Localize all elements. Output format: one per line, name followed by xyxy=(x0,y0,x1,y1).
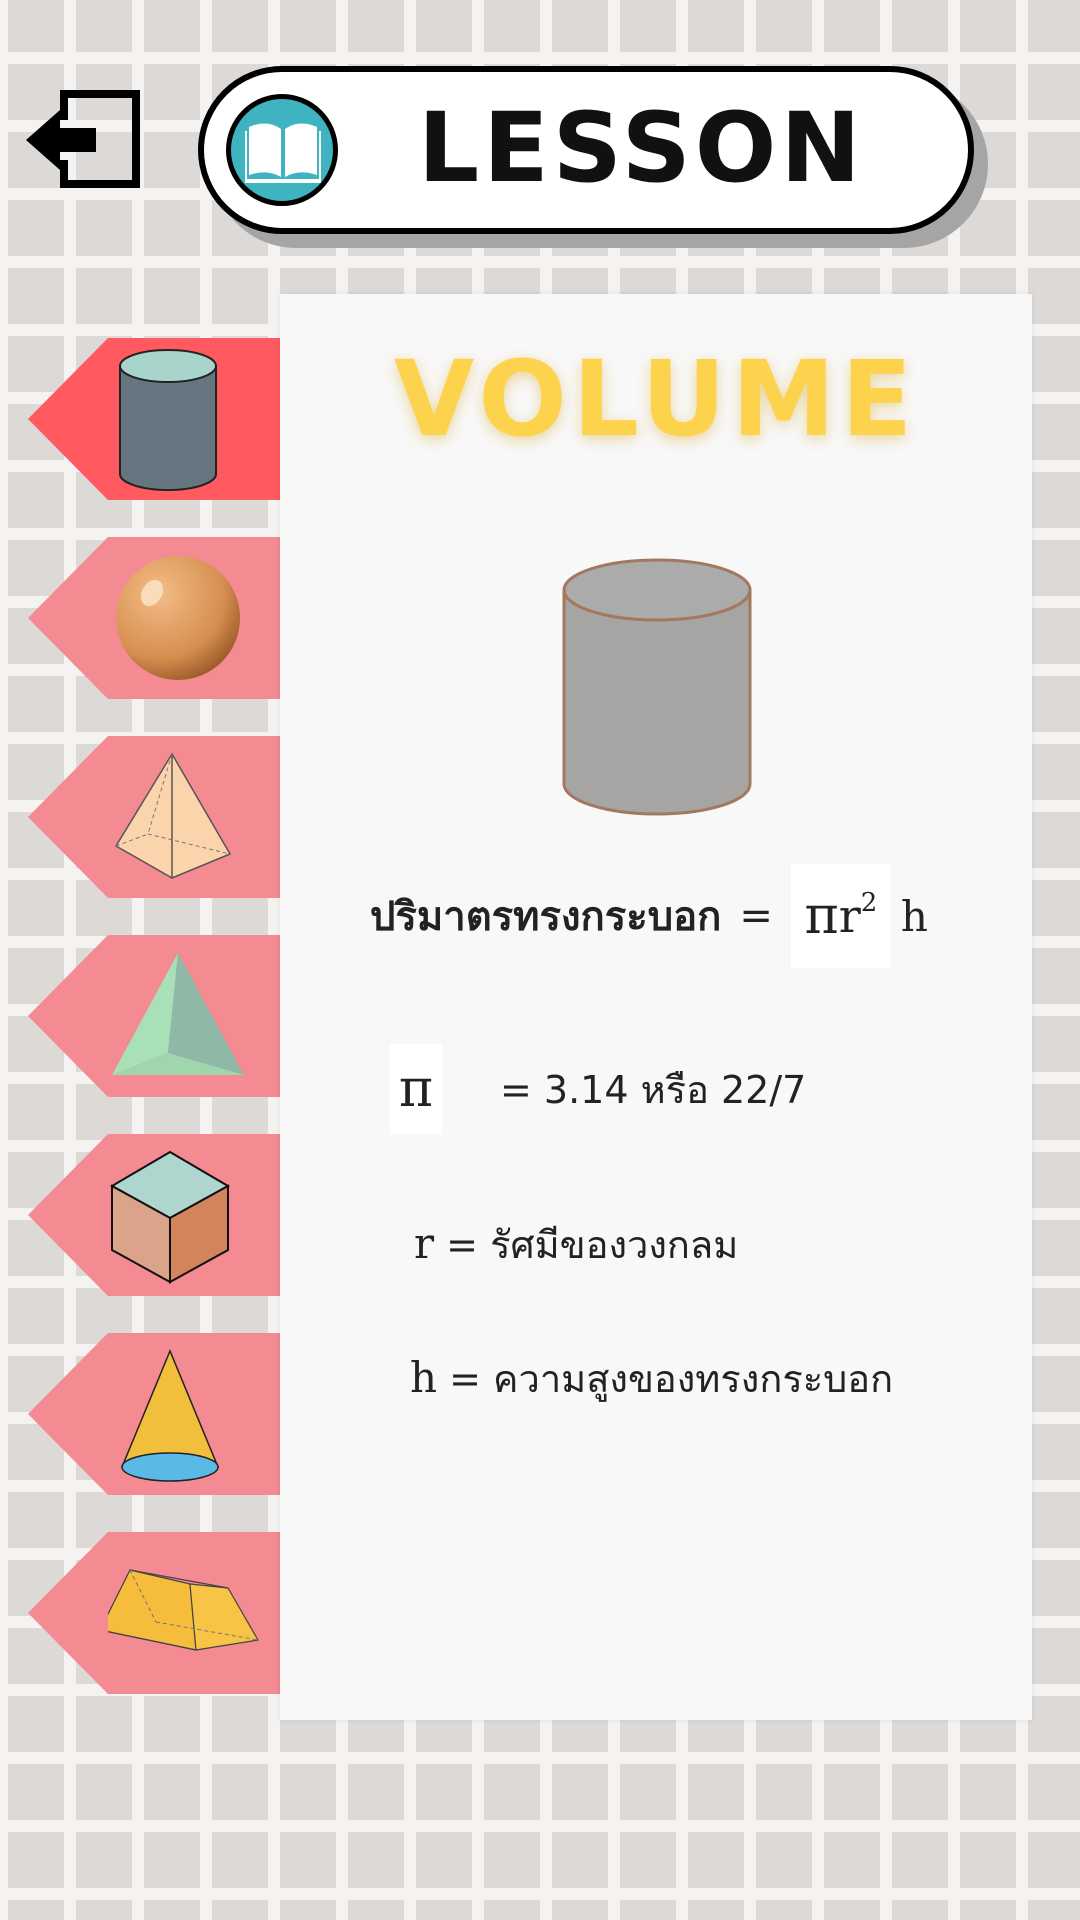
formula-label: ปริมาตรทรงกระบอก xyxy=(370,894,722,940)
cone-icon xyxy=(120,1349,220,1482)
radius-variable: r xyxy=(414,1219,435,1268)
tab-cone[interactable] xyxy=(28,1333,280,1495)
height-symbol: h xyxy=(900,891,928,941)
radius-definition: r = รัศมีของวงกลม xyxy=(414,1214,738,1275)
page-title: LESSON xyxy=(418,92,865,204)
triangular-pyramid-icon xyxy=(112,953,244,1075)
square-pyramid-icon xyxy=(114,752,232,879)
exponent: 2 xyxy=(860,888,878,918)
tab-sphere[interactable] xyxy=(28,537,280,699)
sphere-icon xyxy=(116,556,240,680)
radius-symbol: r xyxy=(838,889,861,943)
tab-cube[interactable] xyxy=(28,1134,280,1296)
formula-equals: = xyxy=(739,893,773,939)
pi-symbol-box: π xyxy=(390,1044,442,1134)
cube-icon xyxy=(109,1150,231,1284)
tab-square-pyramid[interactable] xyxy=(28,736,280,898)
height-variable: h xyxy=(410,1353,438,1402)
lesson-panel: VOLUME ปริมาตรทรงกระบอก = πr2 h π = 3.14… xyxy=(280,294,1032,1720)
cylinder-illustration xyxy=(562,558,752,816)
pi-symbol: π xyxy=(804,886,839,946)
radius-text: = รัศมีของวงกลม xyxy=(434,1223,739,1267)
tab-triangular-pyramid[interactable] xyxy=(28,935,280,1097)
lesson-title: VOLUME xyxy=(393,338,919,460)
tab-triangular-prism[interactable] xyxy=(28,1532,280,1694)
pi-value: = 3.14 หรือ 22/7 xyxy=(500,1067,807,1112)
cylinder-icon xyxy=(119,349,217,491)
exit-arrow-icon xyxy=(26,90,140,188)
tab-cylinder[interactable] xyxy=(28,338,280,500)
open-book-icon xyxy=(226,94,338,206)
pi-definition: π = 3.14 หรือ 22/7 xyxy=(390,1044,806,1134)
header-banner: LESSON xyxy=(198,66,974,234)
height-definition: h = ความสูงของทรงกระบอก xyxy=(410,1348,893,1409)
triangular-prism-icon xyxy=(108,1569,259,1651)
formula-pi-r-squared: πr2 xyxy=(790,864,891,968)
volume-formula: ปริมาตรทรงกระบอก = πr2 h xyxy=(370,864,928,968)
back-button[interactable] xyxy=(24,90,144,190)
height-text: = ความสูงของทรงกระบอก xyxy=(437,1357,894,1401)
